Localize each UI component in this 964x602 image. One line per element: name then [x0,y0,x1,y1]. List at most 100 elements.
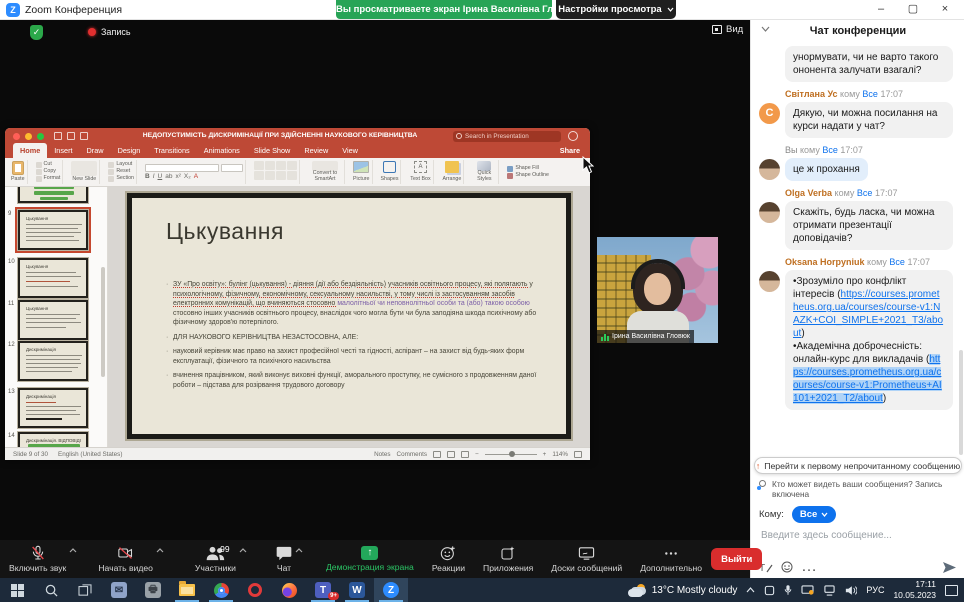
ppt-paste-button[interactable]: Paste [9,160,28,184]
chevron-up-icon[interactable] [295,548,303,553]
slide-thumbnail-13[interactable]: Дискримінація [18,388,88,428]
teams-icon[interactable]: T9+ [306,578,340,602]
chrome-icon[interactable] [204,578,238,602]
slide-sorter-icon[interactable] [447,451,455,458]
security-shield-icon[interactable]: ✓ [30,25,43,40]
mac-close-icon[interactable] [13,133,20,140]
action-center-icon[interactable] [945,585,958,596]
clock[interactable]: 17:11 10.05.2023 [893,579,936,600]
slide-thumbnail-12[interactable]: Дискримінація [18,341,88,381]
firefox-icon[interactable] [272,578,306,602]
current-slide[interactable]: Цькування ЗУ «Про освіту»: булінг (цькув… [127,193,571,439]
ppt-picture-button[interactable]: Picture [351,160,373,184]
font-style-buttons[interactable]: BIUabx²X₂A [145,173,198,180]
more-options-icon[interactable]: … [801,558,818,576]
pinned-app-2-icon[interactable]: 🖶 [136,578,170,602]
fit-slide-icon[interactable] [574,451,582,458]
ppt-search-box[interactable]: Search in Presentation [453,131,561,142]
ppt-tab-draw[interactable]: Draw [80,143,111,158]
ppt-tab-review[interactable]: Review [297,143,335,158]
notes-button[interactable]: Notes [374,451,390,458]
zoom-slider[interactable] [485,454,537,455]
font-name-select[interactable] [145,164,219,172]
tablet-mode-icon[interactable] [764,585,775,596]
ppt-tab-transitions[interactable]: Transitions [147,143,196,158]
ppt-arrange-button[interactable]: Arrange [440,160,464,184]
zoom-out-icon[interactable]: − [475,451,479,458]
mac-minimize-icon[interactable] [25,133,32,140]
font-size-select[interactable] [221,164,243,172]
start-button[interactable] [0,578,34,602]
zoom-in-icon[interactable]: + [543,451,547,458]
jump-to-unread-button[interactable]: ↑ Перейти к первому непрочитанному сообщ… [754,457,962,474]
language-status[interactable]: English (United States) [58,451,122,458]
slide-thumbnail-11[interactable]: Цькування [18,300,88,340]
file-explorer-icon[interactable] [170,578,204,602]
share-screen-button[interactable]: ↑ Демонстрация экрана [317,540,423,578]
volume-icon[interactable] [845,585,857,596]
chat-input[interactable] [759,528,955,556]
chevron-up-icon[interactable] [156,548,164,553]
chat-button[interactable]: Чат [267,540,301,578]
zoom-taskbar-icon[interactable]: Z [374,578,408,602]
ppt-tab-home[interactable]: Home [13,143,47,158]
chat-message-list[interactable]: унормувати, чи не варто такого ононента … [751,42,964,457]
ppt-tab-insert[interactable]: Insert [47,143,79,158]
minimize-button[interactable]: – [866,0,896,20]
language-indicator[interactable]: РУС [866,585,884,595]
whiteboards-button[interactable]: Доски сообщений [542,540,631,578]
chevron-up-icon[interactable] [69,548,77,553]
speaker-video-tile[interactable]: Ірина Василівна Гловюк [597,237,718,343]
normal-view-icon[interactable] [433,451,441,458]
slide-thumbnail-14[interactable]: Дискримінація. ВІДПОВІДІ [18,432,88,447]
close-button[interactable]: × [930,0,960,20]
view-button[interactable]: Вид [712,24,743,35]
ppt-convert-smartart-button[interactable]: Convert to SmartArt [306,160,345,184]
ppt-tab-slideshow[interactable]: Slide Show [247,143,298,158]
maximize-button[interactable]: ▢ [898,0,928,20]
ppt-tab-view[interactable]: View [335,143,365,158]
send-message-icon[interactable] [942,561,957,574]
weather-widget[interactable]: 13°C Mostly cloudy [628,584,738,597]
unmute-button[interactable]: Включить звук [0,540,75,578]
more-button[interactable]: Дополнительно [631,540,711,578]
taskbar-search-button[interactable] [34,578,68,602]
leave-meeting-button[interactable]: Выйти [711,548,762,570]
thumbnails-scrollbar[interactable] [101,267,105,377]
slide-thumbnail-8[interactable] [18,187,88,203]
chat-scrollbar[interactable] [959,350,963,455]
emoji-icon[interactable] [781,561,793,573]
slide-thumbnail-10[interactable]: Цькування [18,258,88,298]
apps-button[interactable]: Приложения [474,540,542,578]
task-view-button[interactable] [68,578,102,602]
tray-expand-icon[interactable] [746,587,755,593]
ppt-settings-icon[interactable] [568,131,578,141]
ppt-tab-design[interactable]: Design [111,143,148,158]
ppt-shapes-button[interactable]: Shapes [379,160,402,184]
mac-zoom-icon[interactable] [37,133,44,140]
ppt-new-slide-button[interactable]: New Slide [69,160,100,184]
start-video-button[interactable]: Начать видео [89,540,162,578]
ppt-textbox-button[interactable]: A Text Box [407,160,434,184]
reactions-button[interactable]: Реакции [423,540,474,578]
chat-collapse-icon[interactable] [761,26,770,32]
participants-button[interactable]: 99 Участники [186,540,245,578]
recipient-select[interactable]: Все [792,506,836,523]
slideshow-icon[interactable] [461,451,469,458]
zoom-level[interactable]: 114% [552,451,568,458]
comments-button[interactable]: Comments [397,451,427,458]
ppt-share-button[interactable]: Share [560,146,580,155]
slide-thumbnail-9-selected[interactable]: Цькування [18,210,88,250]
opera-icon[interactable] [238,578,272,602]
network-icon[interactable] [823,585,836,596]
chevron-up-icon[interactable] [239,548,247,553]
ppt-quick-access-icons[interactable] [54,132,88,140]
ppt-tab-animations[interactable]: Animations [197,143,247,158]
word-icon[interactable]: W [340,578,374,602]
view-settings-button[interactable]: Настройки просмотра [556,0,676,19]
ppt-quick-styles-button[interactable]: Quick Styles [470,160,499,184]
paragraph-buttons[interactable] [254,161,297,180]
screen-share-tray-icon[interactable] [801,585,814,596]
pinned-app-1-icon[interactable]: ✉ [102,578,136,602]
microphone-tray-icon[interactable] [784,584,792,596]
